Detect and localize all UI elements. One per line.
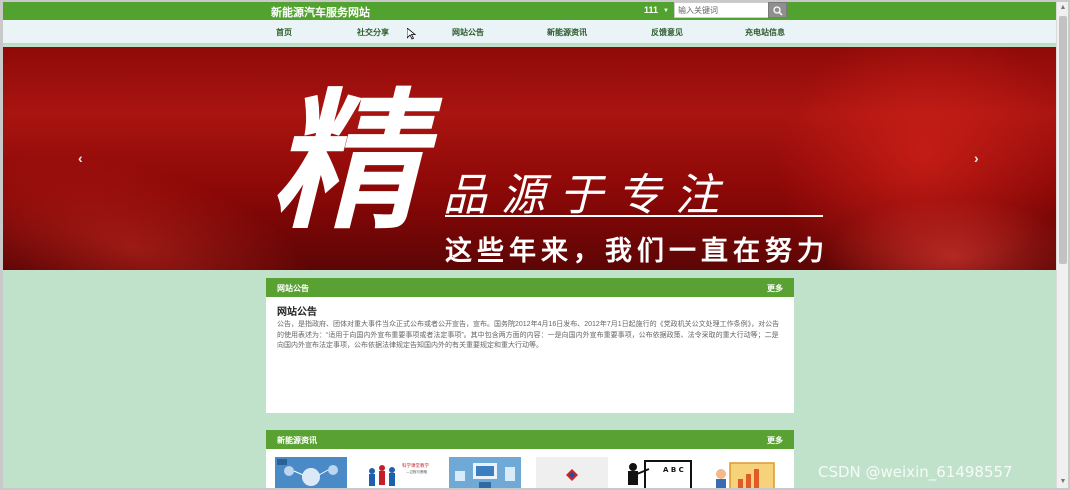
notice-item-body: 公告，是指政府、团体对重大事件当众正式公布或者公开宣告，宣布。国务院2012年4… <box>277 321 780 349</box>
nav-item-home[interactable]: 首页 <box>276 27 292 38</box>
mouse-cursor-icon <box>406 27 417 45</box>
hero-carousel[interactable]: 精 品源于专注 这些年来，我们一直在努力 ‹ › <box>3 47 1056 270</box>
banner-subline: 这些年来，我们一直在努力 <box>445 236 829 267</box>
news-thumb-people-growth[interactable]: 科学课堂教学 —过程与策略 <box>362 457 434 488</box>
news-thumb-presentation-chart[interactable] <box>710 457 782 488</box>
news-thumb-tech-network[interactable] <box>275 457 347 488</box>
top-bar: 新能源汽车服务网站 111 ▼ <box>3 2 1056 20</box>
nav-item-charging-stations[interactable]: 充电站信息 <box>745 27 785 38</box>
nav-item-social-share[interactable]: 社交分享 <box>357 27 389 38</box>
search-button[interactable] <box>768 2 787 18</box>
banner-silk-decoration <box>823 197 1056 270</box>
csdn-watermark: CSDN @weixin_61498557 <box>818 463 1013 481</box>
news-panel-header: 新能源资讯 更多 <box>266 430 794 449</box>
nav-item-feedback[interactable]: 反馈意见 <box>651 27 683 38</box>
news-thumb-data-devices[interactable] <box>449 457 521 488</box>
banner-slogan: 品源于专注 <box>443 170 733 221</box>
news-more-link[interactable]: 更多 <box>767 435 783 446</box>
vertical-scrollbar[interactable]: ▲ ▼ <box>1056 2 1068 488</box>
notice-panel: 网站公告 更多 网站公告 公告，是指政府、团体对重大事件当众正式公布或者公开宣告… <box>266 278 794 413</box>
thumb-caption-abc: A B C <box>663 466 684 474</box>
scroll-down-icon[interactable]: ▼ <box>1057 476 1069 488</box>
username: 111 <box>644 5 659 15</box>
news-thumb-teacher-board[interactable]: A B C <box>623 457 695 488</box>
search-input[interactable] <box>674 2 769 18</box>
notice-panel-title: 网站公告 <box>277 284 309 293</box>
banner-calligraphy-char: 精 <box>271 74 422 250</box>
news-thumb-logo[interactable] <box>536 457 608 488</box>
notice-panel-header: 网站公告 更多 <box>266 278 794 297</box>
scrollbar-thumb[interactable] <box>1059 16 1067 264</box>
carousel-next-icon[interactable]: › <box>974 150 979 166</box>
svg-text:—过程与策略: —过程与策略 <box>406 469 427 474</box>
browser-viewport: 新能源汽车服务网站 111 ▼ 首页 社交分享 网站公告 新能源资讯 反馈意见 充… <box>3 2 1056 488</box>
news-panel: 新能源资讯 更多 科学课堂教学 —过程与策略 A B C <box>266 430 794 488</box>
svg-text:科学课堂教学: 科学课堂教学 <box>402 462 429 469</box>
nav-item-ev-news[interactable]: 新能源资讯 <box>547 27 587 38</box>
notice-more-link[interactable]: 更多 <box>767 283 783 294</box>
banner-divider <box>445 215 823 217</box>
caret-down-icon: ▼ <box>663 8 669 14</box>
notice-item-title[interactable]: 网站公告 <box>277 303 317 318</box>
scroll-up-icon[interactable]: ▲ <box>1057 2 1069 14</box>
user-menu[interactable]: 111 ▼ <box>644 5 669 15</box>
main-nav: 首页 社交分享 网站公告 新能源资讯 反馈意见 充电站信息 <box>3 20 1056 45</box>
carousel-prev-icon[interactable]: ‹ <box>78 150 83 166</box>
news-panel-title: 新能源资讯 <box>277 436 317 445</box>
search-icon <box>773 6 783 16</box>
nav-item-announcements[interactable]: 网站公告 <box>452 27 484 38</box>
site-title[interactable]: 新能源汽车服务网站 <box>271 4 370 20</box>
